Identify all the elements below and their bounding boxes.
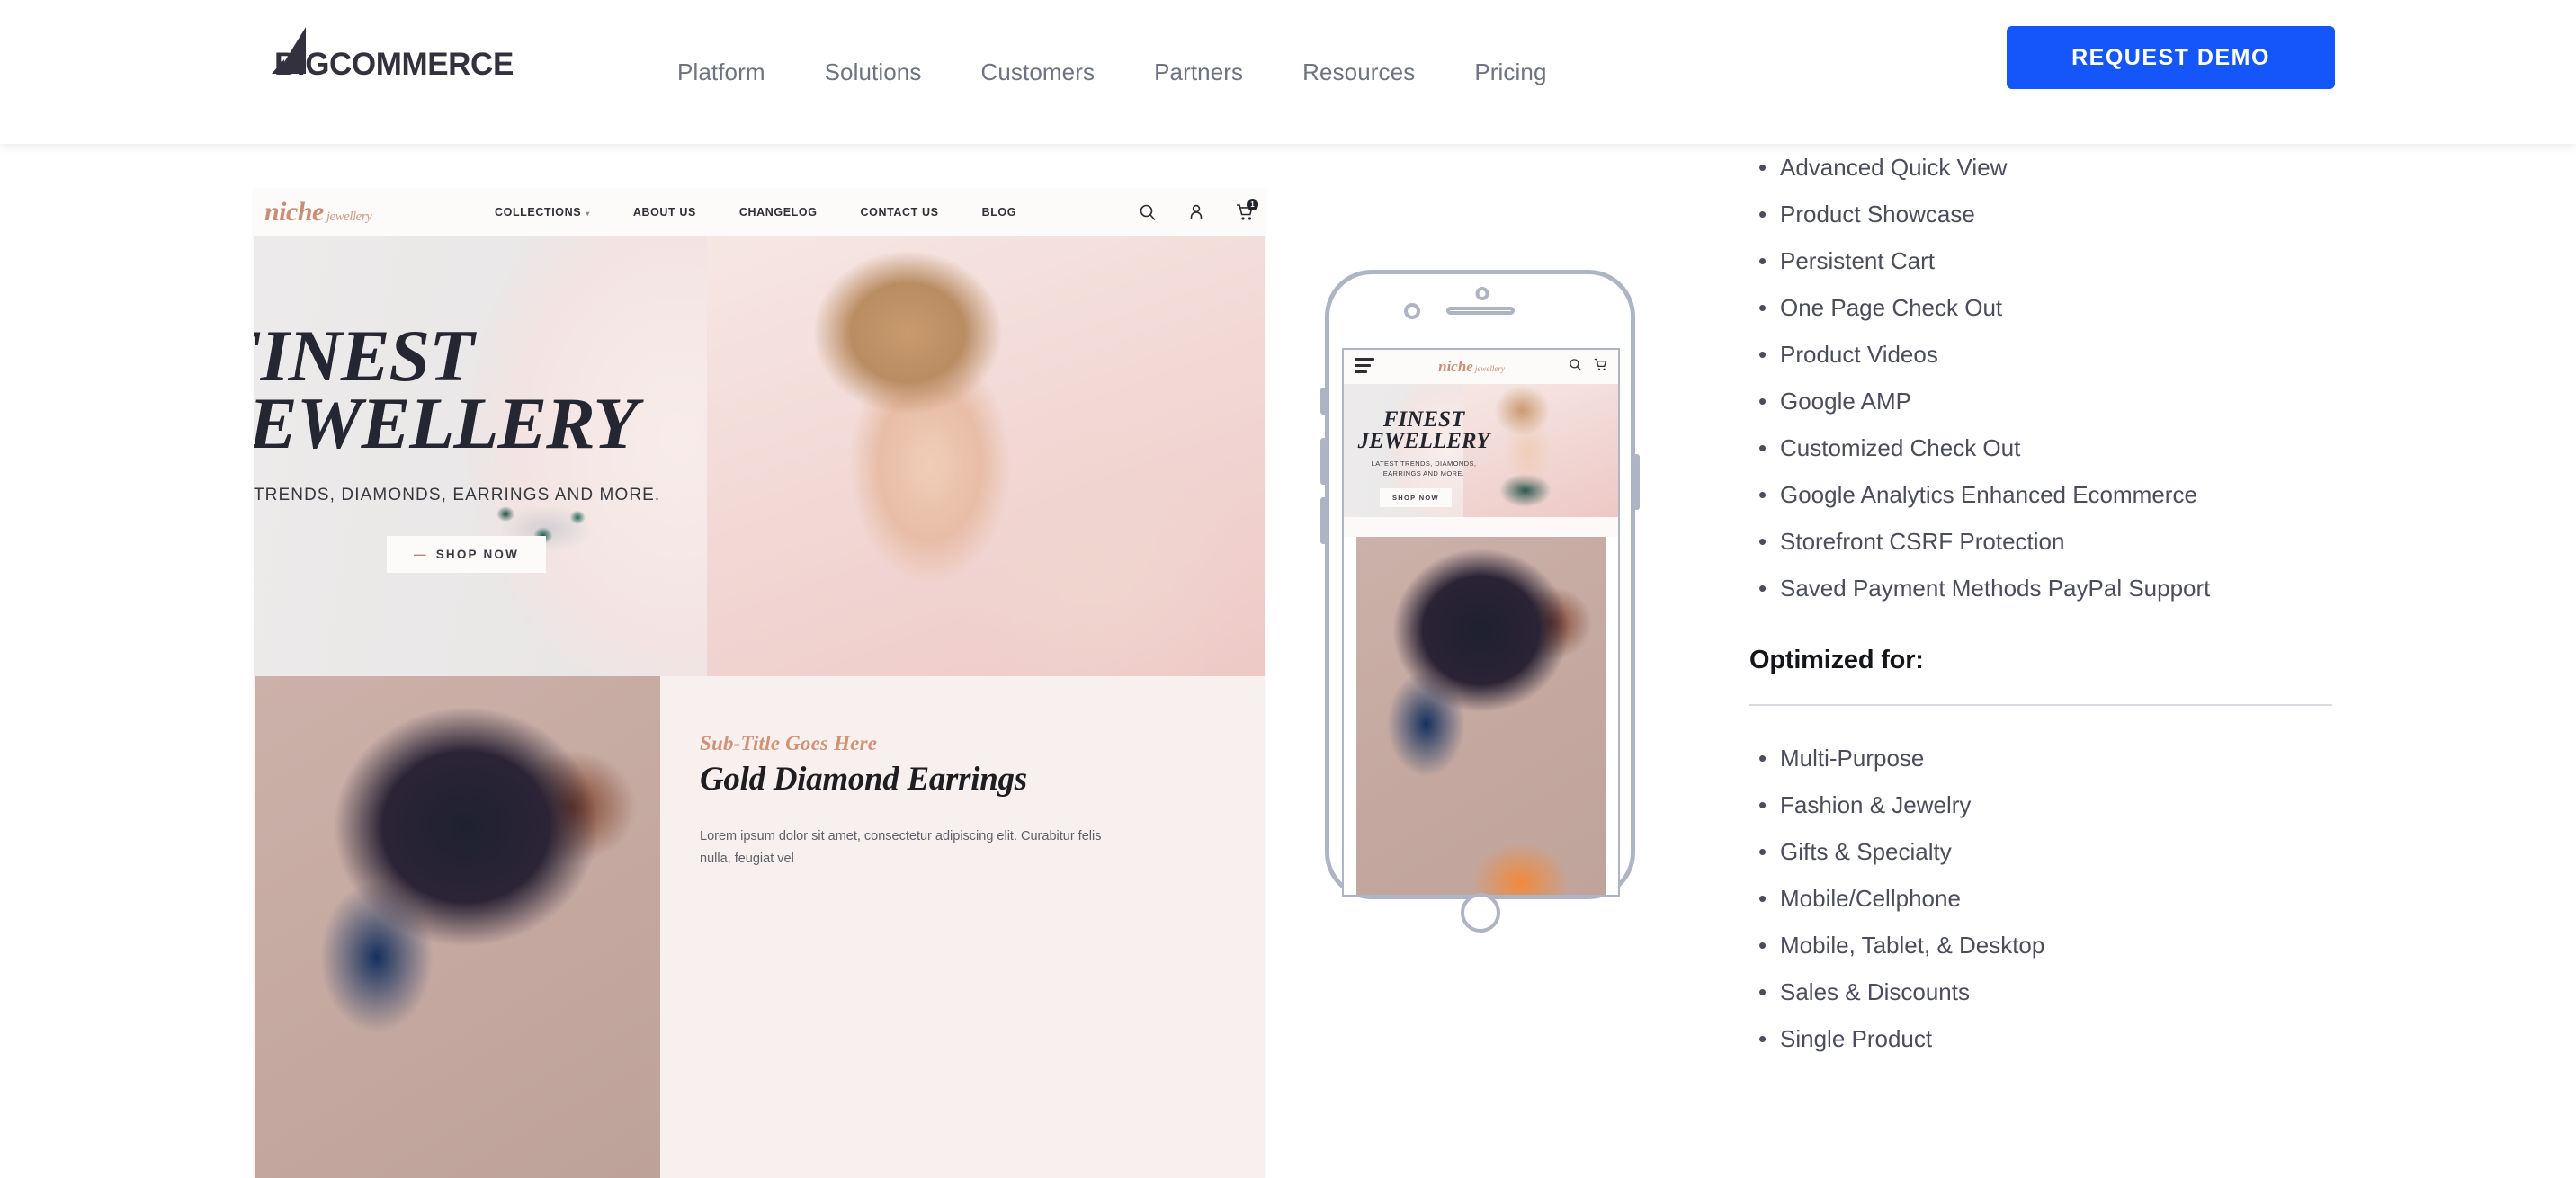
list-item: Single Product [1749, 1015, 2379, 1062]
mobile-theme-preview[interactable]: niche jewellery FINEST JEWELLERY LATEST T… [1320, 270, 1640, 933]
list-item: Persistent Cart [1749, 237, 2379, 284]
phone-shop-now-button[interactable]: SHOP NOW [1380, 488, 1452, 507]
shop-now-label: SHOP NOW [435, 548, 520, 561]
site-header: BIGCOMMERCE Platform Solutions Customers… [0, 0, 2576, 144]
list-item: Product Videos [1749, 331, 2379, 378]
product-photo [255, 676, 660, 1178]
store-nav-changelog[interactable]: CHANGELOG [718, 206, 839, 219]
hamburger-icon[interactable] [1355, 357, 1374, 377]
store-icons: 1 [1139, 189, 1258, 236]
shop-now-dash: — [414, 548, 428, 561]
phone-store-icons [1569, 358, 1607, 376]
brand-mark-letters: BIG [274, 46, 330, 82]
hero-shop-now-button[interactable]: — SHOP NOW [387, 536, 547, 573]
phone-store-logo[interactable]: niche jewellery [1374, 358, 1569, 376]
desktop-theme-preview[interactable]: niche jewellery COLLECTIONS ▾ ABOUT US CHA… [254, 189, 1265, 1178]
phone-hero-title: FINEST JEWELLERY [1357, 407, 1490, 453]
account-icon[interactable] [1187, 203, 1205, 221]
list-item: Mobile, Tablet, & Desktop [1749, 922, 2379, 968]
phone-store-logo-name: niche [1438, 358, 1473, 375]
section-divider [1749, 704, 2332, 706]
store-logo-name: niche [264, 197, 324, 227]
bigcommerce-wordmark: BIGCOMMERCE [274, 46, 514, 82]
request-demo-button[interactable]: REQUEST DEMO [2007, 26, 2335, 89]
nav-item-solutions[interactable]: Solutions [795, 58, 952, 86]
phone-section-gap [1344, 517, 1618, 537]
nav-item-resources[interactable]: Resources [1273, 58, 1445, 86]
store-nav: COLLECTIONS ▾ ABOUT US CHANGELOG CONTACT … [473, 206, 1038, 219]
chevron-down-icon: ▾ [586, 210, 590, 218]
search-icon[interactable] [1139, 203, 1157, 221]
list-item: Storefront CSRF Protection [1749, 518, 2379, 565]
hero-subtitle: EST TRENDS, DIAMONDS, EARRINGS AND MORE. [254, 486, 661, 504]
list-item: Fashion & Jewelry [1749, 781, 2379, 828]
phone-speaker-icon [1445, 307, 1515, 315]
phone-hero-banner: FINEST JEWELLERY LATEST TRENDS, DIAMONDS… [1344, 384, 1618, 517]
store-topbar: niche jewellery COLLECTIONS ▾ ABOUT US CHA… [254, 189, 1265, 236]
store-nav-blog[interactable]: BLOG [961, 206, 1039, 219]
phone-sensor-icon [1403, 303, 1420, 319]
nav-item-partners[interactable]: Partners [1124, 58, 1273, 86]
optimized-for-heading: Optimized for: [1749, 646, 1924, 674]
list-item: Product Showcase [1749, 191, 2379, 237]
product-copy: Sub-Title Goes Here Gold Diamond Earring… [660, 676, 1265, 1178]
list-item: Gifts & Specialty [1749, 828, 2379, 875]
phone-volume-down-button[interactable] [1320, 497, 1325, 544]
store-nav-collections-label: COLLECTIONS [495, 206, 582, 219]
search-icon[interactable] [1569, 358, 1582, 376]
list-item: Google Analytics Enhanced Ecommerce [1749, 471, 2379, 518]
list-item: Google AMP [1749, 378, 2379, 424]
store-nav-contact-us[interactable]: CONTACT US [839, 206, 961, 219]
brand-wordmark-text: COMMERCE [329, 46, 514, 82]
cart-icon[interactable]: 1 [1236, 199, 1258, 221]
store-product-section: Sub-Title Goes Here Gold Diamond Earring… [254, 676, 1265, 1178]
optimized-for-list: Multi-Purpose Fashion & Jewelry Gifts & … [1749, 735, 2379, 1062]
phone-camera-icon [1475, 287, 1489, 300]
store-logo-suffix: jewellery [326, 210, 372, 224]
feature-column: Advanced Quick View Product Showcase Per… [1749, 144, 2379, 1062]
phone-store-logo-suffix: jewellery [1474, 364, 1505, 373]
cart-count-badge: 1 [1247, 199, 1258, 210]
phone-home-button[interactable] [1460, 893, 1500, 933]
list-item: Multi-Purpose [1749, 735, 2379, 781]
store-nav-collections[interactable]: COLLECTIONS ▾ [473, 206, 612, 219]
list-item: Mobile/Cellphone [1749, 875, 2379, 922]
phone-store-topbar: niche jewellery [1344, 350, 1618, 384]
bigcommerce-logo[interactable]: BIGCOMMERCE [272, 23, 514, 82]
store-hero-banner: FINEST JEWELLERY EST TRENDS, DIAMONDS, E… [254, 236, 1265, 676]
product-title: Gold Diamond Earrings [700, 761, 1027, 798]
product-description: Lorem ipsum dolor sit amet, consectetur … [700, 829, 1102, 866]
list-item: One Page Check Out [1749, 284, 2379, 331]
list-item: Advanced Quick View [1749, 144, 2379, 191]
phone-product-photo [1356, 537, 1606, 895]
nav-item-platform[interactable]: Platform [648, 58, 795, 86]
list-item: Saved Payment Methods PayPal Support [1749, 565, 2379, 611]
page-body: niche jewellery COLLECTIONS ▾ ABOUT US CHA… [0, 144, 2576, 1178]
features-list: Advanced Quick View Product Showcase Per… [1749, 144, 2379, 611]
phone-mute-switch[interactable] [1320, 388, 1325, 415]
phone-screen: niche jewellery FINEST JEWELLERY LATEST T… [1342, 348, 1620, 897]
nav-item-customers[interactable]: Customers [951, 58, 1124, 86]
store-nav-about-us[interactable]: ABOUT US [612, 206, 718, 219]
nav-item-pricing[interactable]: Pricing [1445, 58, 1576, 86]
primary-nav: Platform Solutions Customers Partners Re… [648, 0, 1577, 144]
list-item: Customized Check Out [1749, 424, 2379, 471]
store-logo[interactable]: niche jewellery [264, 199, 444, 226]
phone-volume-up-button[interactable] [1320, 438, 1325, 485]
product-subtitle: Sub-Title Goes Here [700, 732, 878, 754]
phone-hero-subtitle: LATEST TRENDS, DIAMONDS, EARRINGS AND MO… [1371, 460, 1477, 477]
phone-power-button[interactable] [1635, 454, 1640, 510]
cart-icon[interactable] [1594, 358, 1607, 376]
list-item: Sales & Discounts [1749, 968, 2379, 1015]
hero-title: FINEST JEWELLERY [254, 315, 638, 465]
